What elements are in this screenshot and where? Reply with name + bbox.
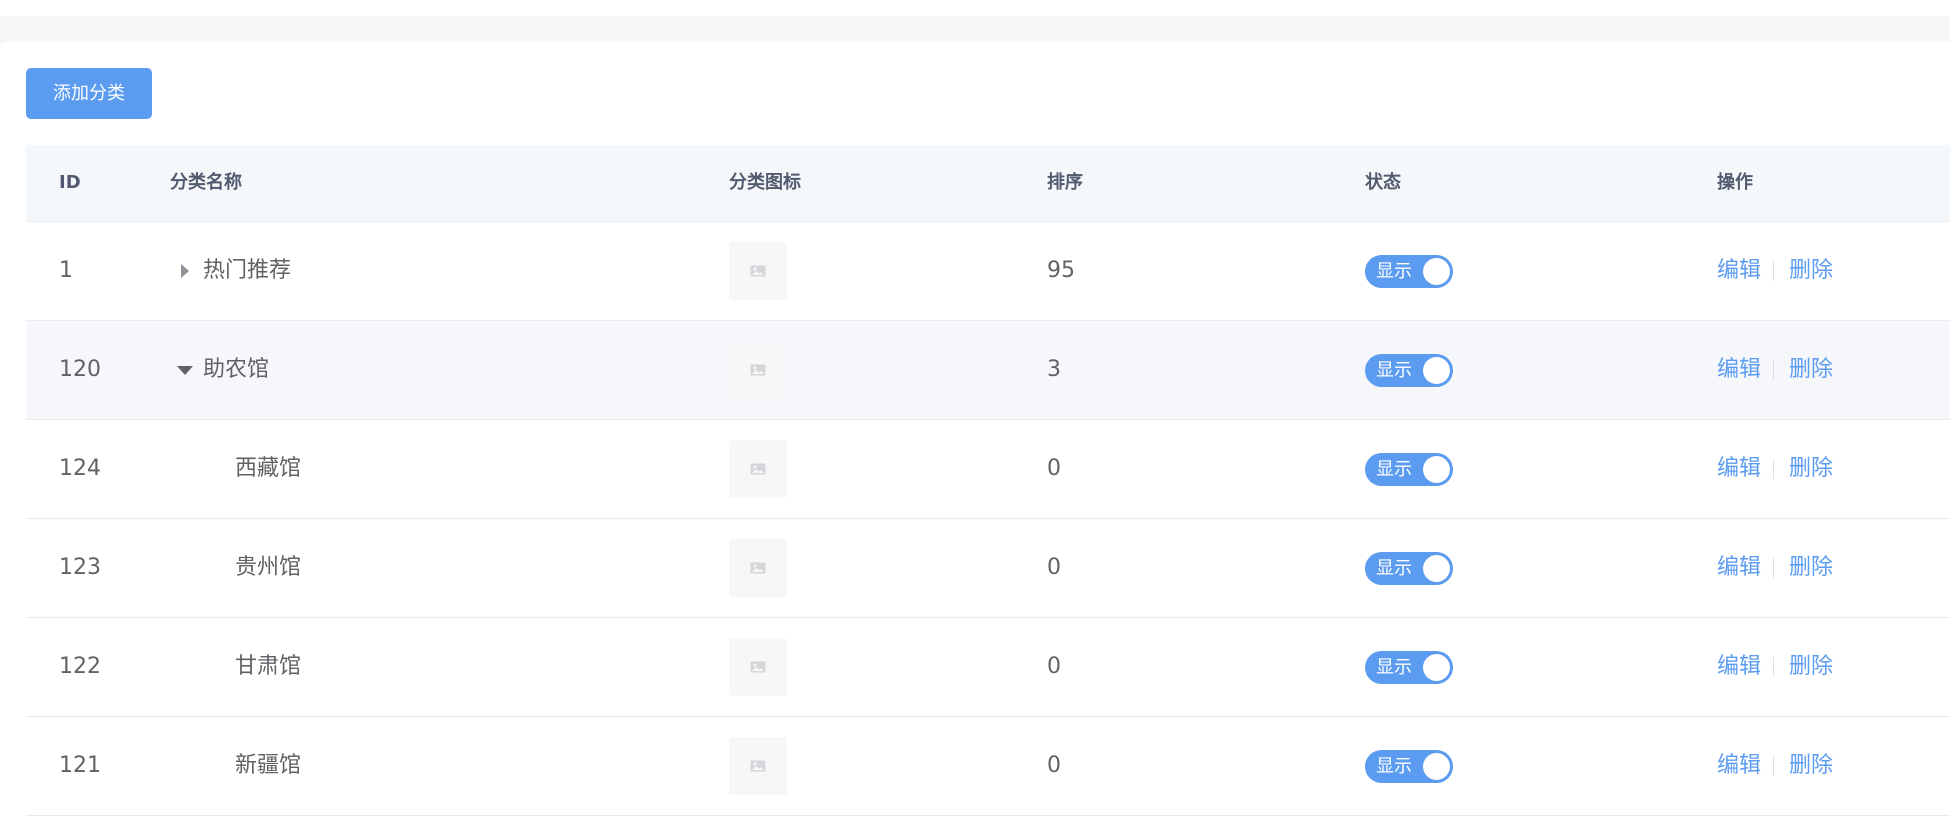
table-row: 123 贵州馆 0 显示 编辑 删除 <box>26 519 1950 618</box>
delete-link[interactable]: 删除 <box>1789 519 1833 617</box>
column-header-icon: 分类图标 <box>729 172 801 193</box>
delete-link[interactable]: 删除 <box>1789 420 1833 518</box>
row-sort: 95 <box>1047 258 1075 283</box>
toggle-knob <box>1423 555 1450 582</box>
edit-link[interactable]: 编辑 <box>1717 519 1761 617</box>
image-placeholder-icon <box>729 440 787 498</box>
row-id: 1 <box>59 258 73 283</box>
image-placeholder-icon <box>729 242 787 300</box>
action-divider <box>1773 360 1774 380</box>
row-name: 新疆馆 <box>235 753 302 778</box>
column-header-name: 分类名称 <box>170 172 242 193</box>
action-divider <box>1773 558 1774 578</box>
table-row: 124 西藏馆 0 显示 编辑 删除 <box>26 420 1950 519</box>
edit-link[interactable]: 编辑 <box>1717 618 1761 716</box>
status-toggle-label: 显示 <box>1376 459 1412 480</box>
expand-toggle[interactable] <box>170 321 200 419</box>
row-sort: 0 <box>1047 753 1061 778</box>
row-name: 热门推荐 <box>203 258 292 283</box>
category-table: ID 分类名称 分类图标 排序 状态 操作 1 热门推荐 95 显示 编辑 删除… <box>26 145 1950 816</box>
column-header-sort: 排序 <box>1047 172 1083 193</box>
edit-link[interactable]: 编辑 <box>1717 222 1761 320</box>
status-toggle[interactable]: 显示 <box>1365 651 1453 684</box>
row-id: 122 <box>59 654 101 679</box>
row-sort: 3 <box>1047 357 1061 382</box>
status-toggle-label: 显示 <box>1376 657 1412 678</box>
row-name: 助农馆 <box>203 357 270 382</box>
row-id: 124 <box>59 456 101 481</box>
row-name: 贵州馆 <box>235 555 302 580</box>
column-header-actions: 操作 <box>1717 172 1753 193</box>
delete-link[interactable]: 删除 <box>1789 717 1833 815</box>
status-toggle-label: 显示 <box>1376 558 1412 579</box>
edit-link[interactable]: 编辑 <box>1717 321 1761 419</box>
caret-right-icon <box>181 264 189 278</box>
table-header: ID 分类名称 分类图标 排序 状态 操作 <box>26 145 1950 222</box>
status-toggle[interactable]: 显示 <box>1365 750 1453 783</box>
top-bar <box>0 0 1950 16</box>
row-id: 123 <box>59 555 101 580</box>
row-id: 120 <box>59 357 101 382</box>
toggle-knob <box>1423 654 1450 681</box>
action-divider <box>1773 756 1774 776</box>
column-header-status: 状态 <box>1365 172 1401 193</box>
toggle-knob <box>1423 357 1450 384</box>
status-toggle[interactable]: 显示 <box>1365 354 1453 387</box>
action-divider <box>1773 657 1774 677</box>
status-toggle-label: 显示 <box>1376 261 1412 282</box>
delete-link[interactable]: 删除 <box>1789 321 1833 419</box>
toggle-knob <box>1423 456 1450 483</box>
action-divider <box>1773 261 1774 281</box>
row-name: 甘肃馆 <box>235 654 302 679</box>
edit-link[interactable]: 编辑 <box>1717 717 1761 815</box>
delete-link[interactable]: 删除 <box>1789 618 1833 716</box>
edit-link[interactable]: 编辑 <box>1717 420 1761 518</box>
delete-link[interactable]: 删除 <box>1789 222 1833 320</box>
status-toggle[interactable]: 显示 <box>1365 255 1453 288</box>
image-placeholder-icon <box>729 341 787 399</box>
toggle-knob <box>1423 258 1450 285</box>
row-sort: 0 <box>1047 654 1061 679</box>
category-card: 添加分类 ID 分类名称 分类图标 排序 状态 操作 1 热门推荐 95 显示 <box>0 42 1950 820</box>
status-toggle-label: 显示 <box>1376 756 1412 777</box>
row-name: 西藏馆 <box>235 456 302 481</box>
toggle-knob <box>1423 753 1450 780</box>
row-id: 121 <box>59 753 101 778</box>
status-toggle[interactable]: 显示 <box>1365 552 1453 585</box>
status-toggle[interactable]: 显示 <box>1365 453 1453 486</box>
page-background-gap <box>0 16 1950 42</box>
status-toggle-label: 显示 <box>1376 360 1412 381</box>
table-row: 122 甘肃馆 0 显示 编辑 删除 <box>26 618 1950 717</box>
table-row: 1 热门推荐 95 显示 编辑 删除 <box>26 222 1950 321</box>
image-placeholder-icon <box>729 539 787 597</box>
add-category-button[interactable]: 添加分类 <box>26 68 152 119</box>
column-header-id: ID <box>59 172 81 193</box>
image-placeholder-icon <box>729 638 787 696</box>
row-sort: 0 <box>1047 555 1061 580</box>
caret-down-icon <box>177 365 193 375</box>
row-sort: 0 <box>1047 456 1061 481</box>
expand-toggle[interactable] <box>170 222 200 320</box>
table-row: 121 新疆馆 0 显示 编辑 删除 <box>26 717 1950 816</box>
action-divider <box>1773 459 1774 479</box>
table-row: 120 助农馆 3 显示 编辑 删除 <box>26 321 1950 420</box>
image-placeholder-icon <box>729 737 787 795</box>
